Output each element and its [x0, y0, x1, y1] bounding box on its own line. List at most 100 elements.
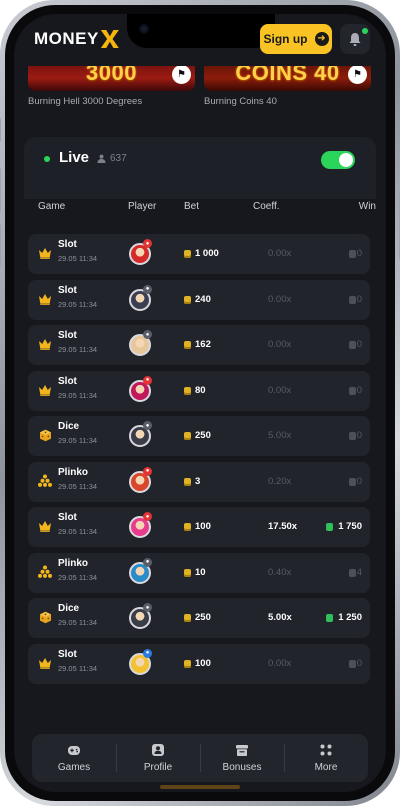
- bet-time: 29.05 11:34: [58, 481, 98, 491]
- column-win: Win: [358, 201, 376, 212]
- win-amount: 0: [356, 430, 362, 441]
- coins-icon: [184, 386, 191, 395]
- live-panel-header: Live 637: [24, 137, 376, 199]
- win-coins-icon: [349, 568, 356, 577]
- logo[interactable]: MONEY: [34, 29, 119, 49]
- win-amount: 4: [356, 566, 362, 578]
- level-badge-icon: ●: [143, 421, 152, 430]
- nav-games[interactable]: Games: [32, 734, 116, 782]
- sign-up-button[interactable]: Sign up ➜: [260, 24, 332, 54]
- bet-row[interactable]: Slot 29.05 11:34 ● 100 17.50x 1 750: [28, 507, 370, 547]
- coefficient: 17.50x: [268, 521, 298, 532]
- game-name: Slot: [58, 375, 77, 387]
- dice-icon: [38, 610, 52, 624]
- bet-amount: 162: [195, 339, 211, 350]
- bet-row[interactable]: Dice 29.05 11:34 ● 250 5.00x 1 250: [28, 598, 370, 638]
- win-amount: 0: [356, 384, 362, 396]
- home-indicator: [160, 785, 240, 789]
- coins-icon: [184, 659, 191, 668]
- nav-label: More: [314, 762, 338, 773]
- bet-row[interactable]: Slot 29.05 11:34 ● 240 0.00x 0: [28, 279, 370, 320]
- arrow-right-icon: ➜: [314, 32, 329, 46]
- win-coins-icon: [326, 614, 333, 622]
- column-bet: Bet: [184, 201, 200, 212]
- dynamic-island: [127, 14, 275, 48]
- game-name: Plinko: [58, 557, 89, 569]
- nav-bonuses[interactable]: Bonuses: [200, 734, 284, 782]
- bet-row[interactable]: Plinko 29.05 11:34 ● 10 0.40x 4: [28, 552, 370, 593]
- camera-icon: [139, 24, 149, 34]
- level-badge-icon: ●: [143, 375, 152, 385]
- bet-amount: 80: [195, 384, 206, 396]
- coefficient: 0.00x: [268, 293, 292, 305]
- bet-amount: 3: [195, 475, 201, 487]
- nav-label: Bonuses: [222, 762, 262, 773]
- coefficient: 0.40x: [268, 566, 292, 578]
- logo-x-icon: [100, 30, 119, 48]
- bet-time: 29.05 11:34: [58, 663, 98, 673]
- crown-icon: [38, 292, 52, 306]
- crown-icon: [38, 246, 52, 260]
- nav-label: Profile: [143, 762, 173, 773]
- app-screen: 3000 ⚑ Burning Hell 3000 Degrees COINS 4…: [14, 14, 386, 792]
- game-name: Slot: [58, 512, 77, 523]
- win-amount: 0: [356, 475, 362, 487]
- flag-icon[interactable]: ⚑: [172, 65, 191, 84]
- top-bar: MONEY Sign up ➜: [14, 14, 386, 66]
- online-count-value: 637: [110, 153, 127, 164]
- bet-row[interactable]: Slot 29.05 11:34 ● 162 0.00x 0: [28, 325, 370, 365]
- game-name: Plinko: [58, 466, 89, 478]
- column-player: Player: [128, 201, 157, 212]
- level-badge-icon: ●: [143, 512, 152, 521]
- coins-icon: [184, 614, 191, 622]
- volume-up-button: [0, 168, 1, 212]
- notifications-button[interactable]: [340, 24, 370, 54]
- bet-row[interactable]: Slot 29.05 11:34 ● 100 0.00x 0: [28, 643, 370, 684]
- bet-time: 29.05 11:34: [58, 572, 98, 582]
- win-amount: 1 750: [338, 521, 362, 532]
- level-badge-icon: ●: [143, 466, 152, 476]
- bet-time: 29.05 11:34: [58, 618, 98, 627]
- win-coins-icon: [349, 341, 356, 349]
- toggle-knob: [339, 153, 353, 167]
- bet-amount: 240: [195, 293, 211, 305]
- nav-profile[interactable]: Profile: [116, 734, 200, 782]
- win-coins-icon: [349, 477, 356, 486]
- coins-icon: [184, 341, 191, 349]
- coins-icon: [184, 568, 191, 577]
- coefficient: 5.00x: [268, 430, 292, 441]
- sign-up-label: Sign up: [263, 32, 308, 46]
- live-toggle[interactable]: [321, 151, 355, 169]
- flag-icon[interactable]: ⚑: [348, 65, 367, 84]
- win-amount: 0: [356, 339, 362, 350]
- level-badge-icon: ●: [143, 284, 152, 294]
- bet-amount: 1 000: [195, 248, 219, 259]
- volume-down-button: [0, 224, 1, 268]
- table-header: Game Player Bet Coeff. Win: [24, 199, 376, 227]
- bet-row[interactable]: Slot 29.05 11:34 ● 80 0.00x 0: [28, 370, 370, 411]
- bet-row[interactable]: Plinko 29.05 11:34 ● 3 0.20x 0: [28, 461, 370, 502]
- online-count: 637: [97, 153, 127, 164]
- grid-icon: [320, 744, 332, 756]
- bet-time: 29.05 11:34: [58, 436, 98, 445]
- bottom-nav: Games Profile Bonuses More: [32, 734, 368, 782]
- coefficient: 0.20x: [268, 475, 292, 487]
- coefficient: 5.00x: [268, 612, 292, 623]
- game-name[interactable]: Burning Hell 3000 Degrees: [28, 96, 142, 107]
- bet-amount: 100: [195, 521, 211, 532]
- phone-frame: 3000 ⚑ Burning Hell 3000 Degrees COINS 4…: [0, 0, 400, 806]
- bet-time: 29.05 11:34: [58, 527, 98, 536]
- gamepad-icon: [68, 746, 80, 755]
- game-name: Slot: [58, 239, 77, 250]
- nav-more[interactable]: More: [284, 734, 368, 782]
- crown-icon: [38, 383, 52, 397]
- live-title: Live: [59, 149, 90, 166]
- game-name[interactable]: Burning Coins 40: [204, 96, 277, 107]
- level-badge-icon: ●: [143, 648, 152, 658]
- bet-row[interactable]: Dice 29.05 11:34 ● 250 5.00x 0: [28, 416, 370, 456]
- profile-icon: [152, 744, 164, 756]
- crown-icon: [38, 519, 52, 533]
- coins-icon: [184, 250, 191, 258]
- bet-row[interactable]: Slot 29.05 11:34 ● 1 000 0.00x 0: [28, 234, 370, 274]
- bet-time: 29.05 11:34: [58, 254, 98, 263]
